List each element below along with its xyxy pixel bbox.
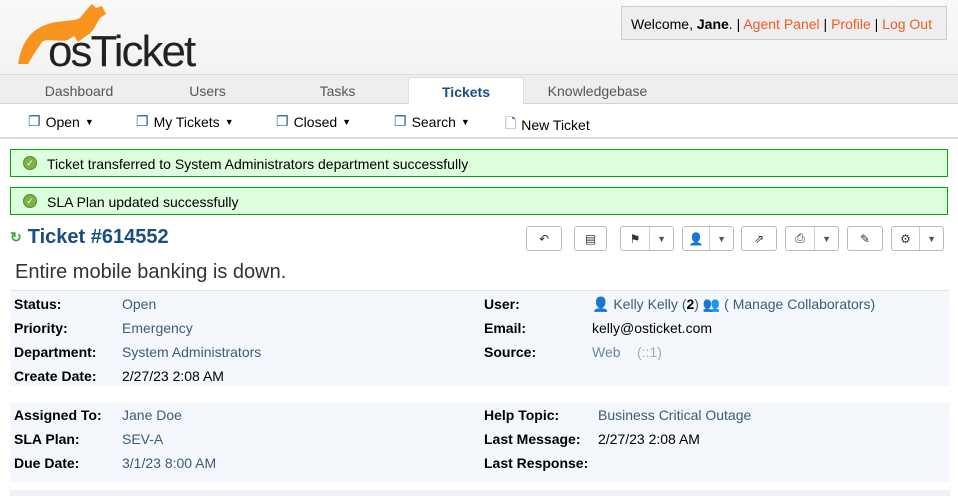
paren-close: ) — [694, 296, 699, 312]
caret-down-icon: ▼ — [224, 116, 234, 127]
source-value: Web — [592, 344, 621, 360]
due-date-value: 3/1/23 8:00 AM — [122, 455, 217, 471]
welcome-prefix: Welcome, — [631, 16, 697, 32]
caret-down-icon: ▼ — [460, 116, 470, 127]
collaborators-icon: 👥 — [702, 296, 721, 312]
caret-down-icon: ▼ — [919, 227, 943, 250]
print-icon: ⎙ — [795, 231, 805, 245]
share-icon: ⇗ — [753, 231, 765, 246]
open-tickets-menu[interactable]: ❐ Open ▼ — [28, 113, 94, 130]
search-menu[interactable]: ❐ Search ▼ — [394, 113, 470, 130]
search-label: Search — [411, 113, 456, 130]
closed-label: Closed — [293, 113, 338, 130]
transfer-button[interactable]: ⇗ — [741, 226, 777, 251]
manage-collaborators-link[interactable]: ( Manage Collaborators) — [724, 296, 875, 312]
edit-button[interactable]: ✎ — [847, 226, 883, 251]
caret-down-icon: ▼ — [342, 116, 352, 127]
thread-tabs-bar — [10, 490, 950, 496]
tab-tickets[interactable]: Tickets — [408, 77, 524, 105]
main-nav: Dashboard Users Tasks Tickets Knowledgeb… — [0, 74, 958, 105]
department-label: Department: — [14, 344, 97, 360]
caret-down-icon: ▼ — [84, 116, 94, 127]
user-icon: 👤 — [688, 231, 704, 246]
caret-down-icon: ▼ — [709, 227, 733, 250]
user-value: 👤 Kelly Kelly (2) 👥 ( Manage Collaborato… — [592, 296, 875, 313]
assign-button[interactable]: 👤 ▼ — [682, 226, 734, 251]
profile-link[interactable]: Profile — [831, 16, 871, 32]
user-welcome-box: Welcome, Jane. | Agent Panel | Profile |… — [621, 6, 947, 40]
source-label: Source: — [484, 344, 537, 360]
tab-knowledgebase[interactable]: Knowledgebase — [535, 75, 660, 104]
status-label: Status: — [14, 296, 62, 312]
tab-users[interactable]: Users — [150, 75, 265, 104]
reply-icon: ↶ — [538, 231, 550, 246]
due-date-label: Due Date: — [14, 455, 80, 471]
osticket-logo[interactable]: osTicket — [8, 2, 213, 70]
sub-nav: ❐ Open ▼ ❐ My Tickets ▼ ❐ Closed ▼ ❐ Search ▼ 🗋 N… — [0, 104, 958, 139]
ticket-subject: Entire mobile banking is down. — [15, 261, 287, 283]
ticket-info-table: Status: Open Priority: Emergency Departm… — [10, 290, 950, 386]
tab-dashboard[interactable]: Dashboard — [20, 75, 138, 104]
source-ip: (::1) — [637, 344, 662, 360]
file-icon: ▤ — [584, 231, 597, 246]
create-date-value: 2/27/23 2:08 AM — [122, 368, 224, 384]
assigned-to-label: Assigned To: — [14, 407, 102, 423]
ticket-assignment-table: Assigned To: Jane Doe SLA Plan: SEV-A Du… — [10, 403, 950, 482]
caret-down-icon: ▼ — [649, 227, 673, 250]
tickets-icon: ❐ — [136, 113, 149, 129]
my-tickets-menu[interactable]: ❐ My Tickets ▼ — [136, 113, 234, 130]
new-ticket-link[interactable]: 🗋 New Ticket — [505, 113, 590, 137]
more-options-button[interactable]: ⚙ ▼ — [891, 226, 944, 251]
check-circle-icon: ✓ — [23, 194, 37, 208]
user-icon: 👤 — [592, 296, 610, 312]
user-label: User: — [484, 296, 520, 312]
user-name: Jane — [696, 16, 729, 32]
print-button[interactable]: ⎙ ▼ — [785, 226, 839, 251]
edit-icon: ✎ — [859, 231, 871, 246]
sla-plan-value: SEV-A — [122, 431, 164, 447]
status-value: Open — [122, 296, 157, 312]
svg-text:osTicket: osTicket — [48, 27, 196, 70]
new-ticket-label: New Ticket — [521, 117, 590, 133]
check-circle-icon: ✓ — [23, 156, 37, 170]
email-label: Email: — [484, 320, 527, 336]
alert-text: SLA Plan updated successfully — [47, 194, 239, 210]
email-value: kelly@osticket.com — [592, 320, 713, 336]
tickets-icon: ❐ — [28, 113, 41, 129]
tickets-icon: ❐ — [394, 113, 407, 129]
ticket-title: ↻ Ticket #614552 — [10, 226, 169, 249]
alert-text: Ticket transferred to System Administrat… — [47, 156, 469, 172]
new-ticket-icon: 🗋 — [505, 115, 517, 131]
assigned-to-value: Jane Doe — [122, 407, 182, 423]
my-tickets-label: My Tickets — [153, 113, 220, 130]
reply-button[interactable]: ↶ — [526, 226, 562, 251]
department-value: System Administrators — [122, 344, 262, 360]
help-topic-label: Help Topic: — [484, 407, 560, 423]
change-status-button[interactable]: ⚑ ▼ — [620, 226, 674, 251]
help-topic-value: Business Critical Outage — [598, 407, 752, 423]
closed-tickets-menu[interactable]: ❐ Closed ▼ — [276, 113, 351, 130]
refresh-icon[interactable]: ↻ — [10, 229, 22, 246]
header: osTicket Welcome, Jane. | Agent Panel | … — [0, 0, 958, 74]
priority-value: Emergency — [122, 320, 193, 336]
tickets-icon: ❐ — [276, 113, 289, 129]
gear-icon: ⚙ — [900, 231, 911, 246]
success-alert: ✓ SLA Plan updated successfully — [10, 187, 948, 215]
tab-tasks[interactable]: Tasks — [280, 75, 395, 104]
post-note-button[interactable]: ▤ — [574, 226, 607, 251]
last-message-label: Last Message: — [484, 431, 581, 447]
flag-icon: ⚑ — [629, 231, 641, 246]
open-label: Open — [45, 113, 80, 130]
sla-plan-label: SLA Plan: — [14, 431, 80, 447]
last-response-label: Last Response: — [484, 455, 589, 471]
logout-link[interactable]: Log Out — [882, 16, 932, 32]
ticket-number[interactable]: Ticket #614552 — [28, 226, 169, 249]
success-alert: ✓ Ticket transferred to System Administra… — [10, 149, 948, 177]
last-message-value: 2/27/23 2:08 AM — [598, 431, 700, 447]
user-link[interactable]: Kelly Kelly — [613, 296, 678, 312]
priority-label: Priority: — [14, 320, 68, 336]
caret-down-icon: ▼ — [814, 227, 838, 250]
agent-panel-link[interactable]: Agent Panel — [743, 16, 819, 32]
create-date-label: Create Date: — [14, 368, 97, 384]
